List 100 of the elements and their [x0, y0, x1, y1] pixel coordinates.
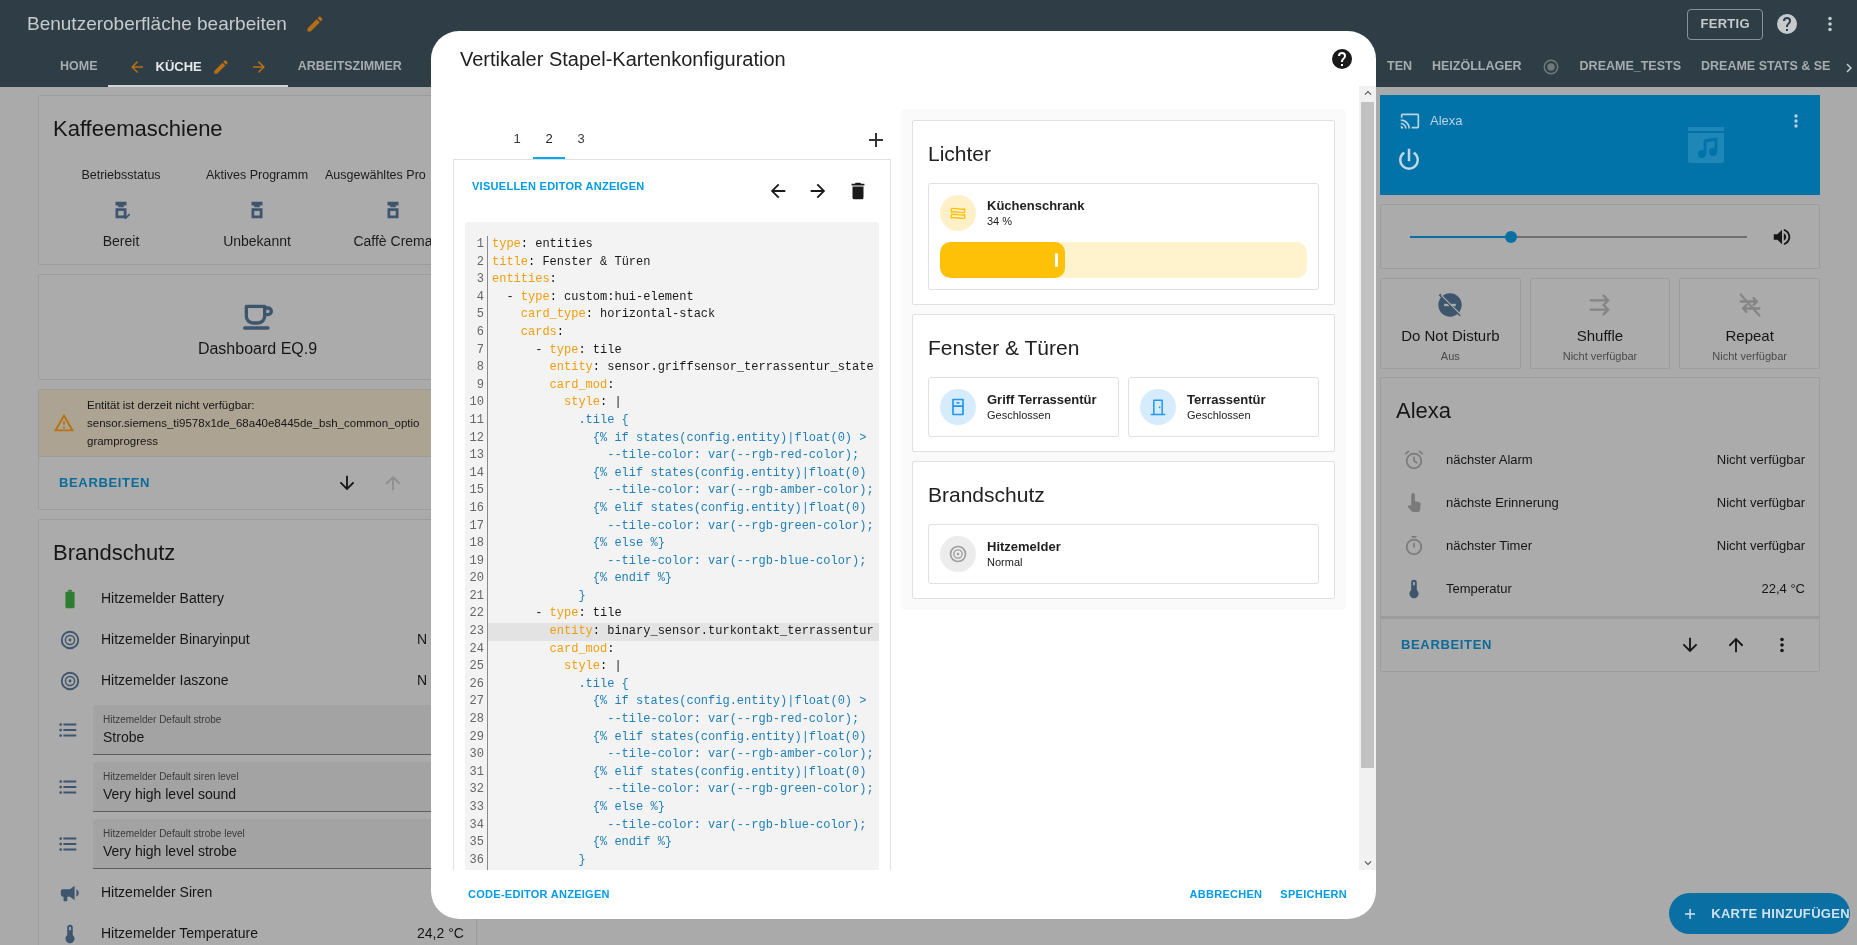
code-line: title: Fenster & Türen	[491, 253, 652, 271]
add-icon[interactable]	[869, 133, 883, 147]
view-tab[interactable]: DREAME STATS & SE	[1691, 48, 1841, 87]
code-line: {% elif states(config.entity)|float(0)	[591, 499, 868, 517]
stack-tab[interactable]: 2	[533, 121, 565, 159]
tile-card[interactable]: Hitzemelder Normal	[928, 524, 1319, 584]
view-tab[interactable]: DREAME_TESTS	[1569, 48, 1691, 87]
line-number: 10	[468, 394, 485, 412]
card-title: Fenster & Türen	[928, 335, 1081, 361]
code-line: {% elif states(config.entity)|float(0)	[591, 728, 868, 746]
code-line: card_type: horizontal-stack	[519, 306, 717, 324]
slider-thumb[interactable]	[1505, 230, 1518, 243]
entity-value: N	[417, 671, 429, 690]
add-card-button[interactable]: KARTE HINZUFÜGEN	[1669, 893, 1850, 934]
entity-value: 22,4 °C	[1761, 579, 1805, 598]
code-line: - type: tile	[534, 605, 623, 623]
tile-card[interactable]: Griff Terrassentür Geschlossen	[928, 377, 1119, 437]
media-player-name: Alexa	[1430, 112, 1463, 131]
smoke-detector-icon	[948, 544, 968, 564]
volume-slider[interactable]	[1410, 230, 1747, 243]
toggle-state: Nicht verfügbar	[1562, 348, 1638, 364]
scrollbar-thumb[interactable]	[1361, 102, 1374, 768]
view-tab[interactable]: KÜCHE	[107, 48, 288, 87]
view-tab[interactable]: HOME	[50, 48, 108, 87]
stack-tab[interactable]: 3	[565, 121, 597, 159]
code-line: --tile-color: var(--rgb-amber-color);	[606, 482, 875, 500]
code-line: --tile-color: var(--rgb-blue-color);	[606, 816, 868, 834]
code-line: - type: custom:hui-element	[505, 288, 695, 306]
pencil-icon[interactable]	[211, 57, 230, 76]
line-number: 2	[475, 253, 485, 271]
tile-card[interactable]: Küchenschrank 34 %	[928, 183, 1319, 290]
tile-state: Normal	[987, 555, 1024, 570]
card-title: Lichter	[928, 141, 993, 167]
toggle-button[interactable]: Do Not Disturb Aus	[1380, 278, 1521, 369]
tile-card[interactable]: Terrassentür Geschlossen	[1128, 377, 1319, 437]
code-line: --tile-color: var(--rgb-red-color);	[606, 711, 861, 729]
code-line: - type: tile	[534, 341, 623, 359]
line-number: 24	[468, 640, 485, 658]
entity-value: Nicht verfügbar	[1716, 493, 1805, 512]
entity-name: Hitzemelder Temperature	[101, 924, 258, 943]
code-line: entity: sensor.griffsensor_terrassentur_state	[548, 359, 875, 377]
code-line: {% elif states(config.entity)|float(0)	[591, 464, 868, 482]
entity-value: N	[417, 630, 429, 649]
code-line: cards:	[519, 323, 565, 341]
tile-name: Griff Terrassentür	[987, 391, 1097, 408]
slider-handle[interactable]	[1054, 253, 1058, 267]
toggle-button[interactable]: Repeat Nicht verfügbar	[1679, 278, 1820, 369]
help-icon[interactable]	[1330, 46, 1354, 71]
scrollbar[interactable]	[1359, 86, 1376, 870]
line-number: 22	[468, 605, 485, 623]
done-button[interactable]: FERTIG	[1687, 8, 1763, 40]
line-number: 14	[468, 464, 485, 482]
code-line: --tile-color: var(--rgb-amber-color);	[606, 746, 875, 764]
entity-name: Hitzemelder Siren	[101, 883, 213, 902]
view-tab[interactable]: ARBEITSZIMMER	[287, 48, 412, 87]
page-title: Benutzeroberfläche bearbeiten	[27, 11, 287, 36]
code-line: {% else %}	[591, 535, 666, 553]
warning-text: gramprogress	[87, 434, 159, 449]
toggle-button[interactable]: Shuffle Nicht verfügbar	[1529, 278, 1671, 369]
brightness-slider[interactable]	[940, 242, 1307, 278]
line-number: 26	[468, 675, 485, 693]
door-icon	[1148, 397, 1168, 417]
code-line: }	[577, 587, 587, 605]
toggle-label: Do Not Disturb	[1401, 326, 1500, 346]
alarm-clock-icon	[1403, 448, 1425, 471]
tile-name: Küchenschrank	[987, 197, 1085, 214]
line-number: 11	[468, 411, 485, 429]
smoke-detector-icon	[59, 628, 81, 651]
smoke-detector-icon	[59, 669, 81, 692]
glance-value: Bereit	[102, 231, 140, 251]
line-number: 1	[475, 236, 485, 253]
do-not-disturb-icon	[1436, 291, 1465, 319]
view-tab[interactable]: TEN	[1377, 48, 1422, 87]
help-icon[interactable]	[1775, 12, 1799, 36]
code-line: {% else %}	[591, 799, 666, 816]
tile-state: 34 %	[987, 214, 1014, 229]
line-number: 6	[475, 323, 485, 341]
stack-tab[interactable]: 1	[501, 121, 533, 159]
line-number: 3	[475, 271, 485, 289]
card-title: Brandschutz	[928, 482, 1046, 508]
line-number: 21	[468, 587, 485, 605]
card-title: Alexa	[1395, 397, 1453, 425]
entity-name: nächste Erinnerung	[1446, 493, 1559, 512]
entity-value: Nicht verfügbar	[1716, 450, 1805, 469]
glance-label: Ausgewähltes Pro	[325, 167, 426, 184]
code-line: --tile-color: var(--rgb-red-color);	[606, 447, 861, 465]
line-number: 17	[468, 517, 485, 535]
code-line: --tile-color: var(--rgb-green-color);	[606, 517, 875, 535]
entity-name: Hitzemelder Binaryinput	[101, 630, 250, 649]
line-number: 20	[468, 570, 485, 588]
line-number: 4	[475, 288, 485, 306]
tab-label[interactable]: KÜCHE	[155, 56, 202, 77]
code-line: {% if states(config.entity)|float(0) >	[591, 429, 868, 447]
line-number: 9	[475, 376, 485, 394]
tile-name: Hitzemelder	[987, 538, 1061, 555]
timer-icon	[1403, 534, 1425, 557]
code-line: {% elif states(config.entity)|float(0)	[591, 763, 868, 781]
robot-icon	[1541, 57, 1560, 76]
view-tab[interactable]: HEIZÖLLAGER	[1422, 48, 1532, 87]
glance-value: Unbekannt	[223, 231, 291, 251]
